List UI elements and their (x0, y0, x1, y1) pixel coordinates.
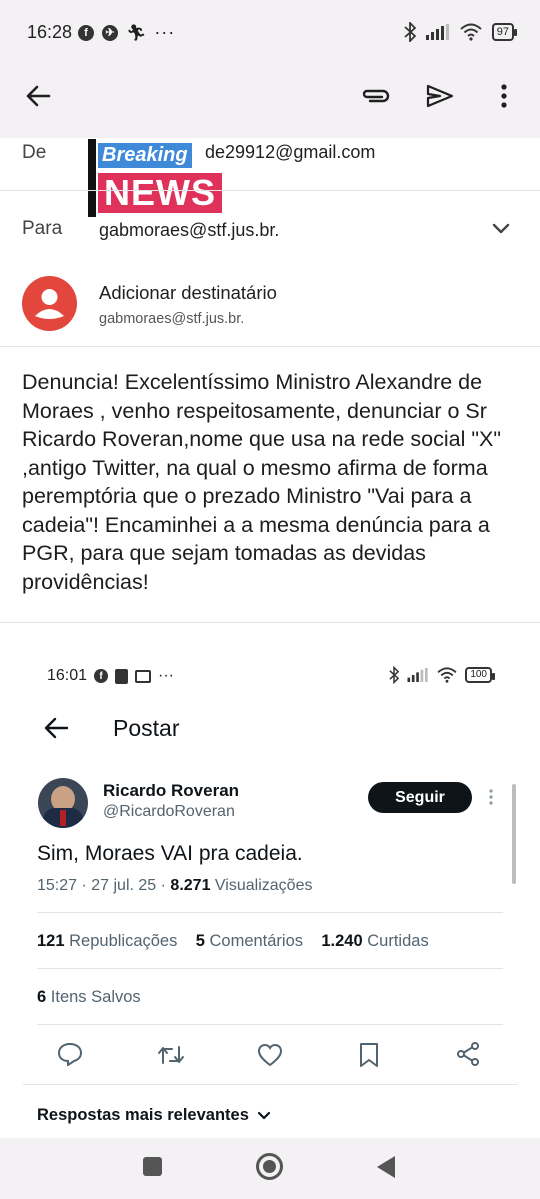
news-label: NEWS (98, 173, 222, 213)
bookmark-button[interactable] (359, 1042, 379, 1073)
home-button[interactable] (256, 1153, 283, 1180)
person-icon (35, 289, 64, 319)
follow-button[interactable]: Seguir (368, 782, 472, 813)
from-label: De (22, 142, 47, 163)
arrow-left-icon (26, 85, 51, 107)
more-vert-icon (489, 789, 493, 805)
more-options-button[interactable] (490, 80, 518, 112)
divider (37, 968, 503, 969)
comments-stat[interactable]: 5 Comentários (196, 932, 303, 950)
back-button[interactable] (20, 80, 56, 112)
to-label: Para (22, 218, 63, 239)
attached-screenshot[interactable]: 16:01 f ··· 100 Postar Ricardo Roveran @… (23, 646, 518, 1134)
bookmark-icon (360, 1043, 378, 1067)
app-icon: ✈ (102, 24, 118, 41)
chevron-down-icon (257, 1111, 270, 1119)
engagement-stats: 121 Republicações 5 Comentários 1.240 Cu… (37, 932, 429, 951)
views-label: Visualizações (214, 877, 313, 894)
divider (23, 1084, 518, 1085)
more-vert-icon (501, 84, 507, 108)
share-button[interactable] (456, 1042, 480, 1071)
signal-icon (407, 668, 428, 682)
bluetooth-icon (404, 22, 416, 42)
app-icon (135, 669, 151, 683)
tweet-text: Sim, Moraes VAI pra cadeia. (37, 842, 303, 865)
breaking-news-overlay: Breaking NEWS (88, 139, 241, 217)
more-notifications: ··· (158, 667, 174, 684)
wifi-icon (460, 23, 482, 41)
inner-status-time: 16:01 (47, 667, 88, 684)
scrollbar[interactable] (512, 784, 516, 884)
divider (37, 912, 503, 913)
post-page-title: Postar (113, 715, 180, 741)
facebook-icon: f (94, 669, 108, 683)
tweet-timestamp: 15:27 · 27 jul. 25 · (37, 877, 171, 894)
battery-indicator: 97 (491, 23, 518, 41)
back-nav-button[interactable] (376, 1155, 396, 1184)
saves-stat[interactable]: 6 Itens Salvos (37, 988, 141, 1007)
repost-icon (158, 1046, 184, 1064)
status-notification-icons: f ✈ 🏃︎ ··· (78, 22, 175, 43)
battery-indicator: 100 (465, 667, 495, 683)
suggestion-title[interactable]: Adicionar destinatário (99, 282, 277, 304)
post-more-button[interactable] (489, 789, 493, 810)
share-icon (457, 1042, 479, 1066)
suggestion-email: gabmoraes@stf.jus.br. (99, 311, 245, 327)
reply-button[interactable] (57, 1042, 83, 1071)
divider (0, 346, 540, 347)
reposts-stat[interactable]: 121 Republicações (37, 932, 177, 950)
divider (0, 622, 540, 623)
signal-icon (425, 24, 449, 40)
like-button[interactable] (257, 1043, 283, 1072)
wifi-icon (437, 667, 457, 683)
views-count: 8.271 (170, 877, 211, 894)
contact-avatar (22, 276, 77, 331)
send-button[interactable] (422, 80, 458, 112)
author-handle[interactable]: @RicardoRoveran (103, 803, 235, 821)
tweet-meta: 15:27 · 27 jul. 25 · 8.271 Visualizações (37, 877, 312, 895)
inner-system-icons: 100 (389, 666, 495, 684)
to-field[interactable]: gabmoraes@stf.jus.br. (99, 220, 279, 241)
expand-recipients-button[interactable] (490, 220, 514, 240)
divider (37, 1024, 503, 1025)
heart-icon (257, 1043, 283, 1067)
breaking-label: Breaking (98, 143, 192, 168)
replies-sort-label: Respostas mais relevantes (37, 1106, 249, 1124)
send-icon (426, 84, 454, 108)
repost-button[interactable] (157, 1043, 185, 1072)
inner-status-icons: f ··· (94, 667, 174, 685)
divider (0, 190, 540, 191)
more-notifications: ··· (154, 22, 176, 42)
facebook-icon: f (78, 24, 94, 41)
recents-button[interactable] (143, 1157, 162, 1176)
status-system-icons: 97 (404, 22, 518, 42)
replies-sort-dropdown[interactable]: Respostas mais relevantes (37, 1106, 271, 1125)
runner-icon: 🏃︎ (126, 24, 147, 42)
author-name[interactable]: Ricardo Roveran (103, 781, 239, 801)
chevron-down-icon (492, 223, 510, 234)
likes-stat[interactable]: 1.240 Curtidas (321, 932, 428, 950)
author-avatar[interactable] (38, 778, 88, 828)
email-body[interactable]: Denuncia! Excelentíssimo Ministro Alexan… (22, 368, 522, 596)
paperclip-icon (362, 89, 390, 103)
attach-button[interactable] (358, 80, 392, 112)
status-time: 16:28 (27, 22, 73, 42)
post-back-button[interactable] (43, 716, 73, 740)
arrow-left-icon (44, 717, 69, 739)
comment-icon (57, 1042, 83, 1067)
triangle-back-icon (377, 1156, 395, 1178)
bluetooth-icon (389, 666, 400, 684)
shopping-bag-icon (115, 668, 128, 684)
